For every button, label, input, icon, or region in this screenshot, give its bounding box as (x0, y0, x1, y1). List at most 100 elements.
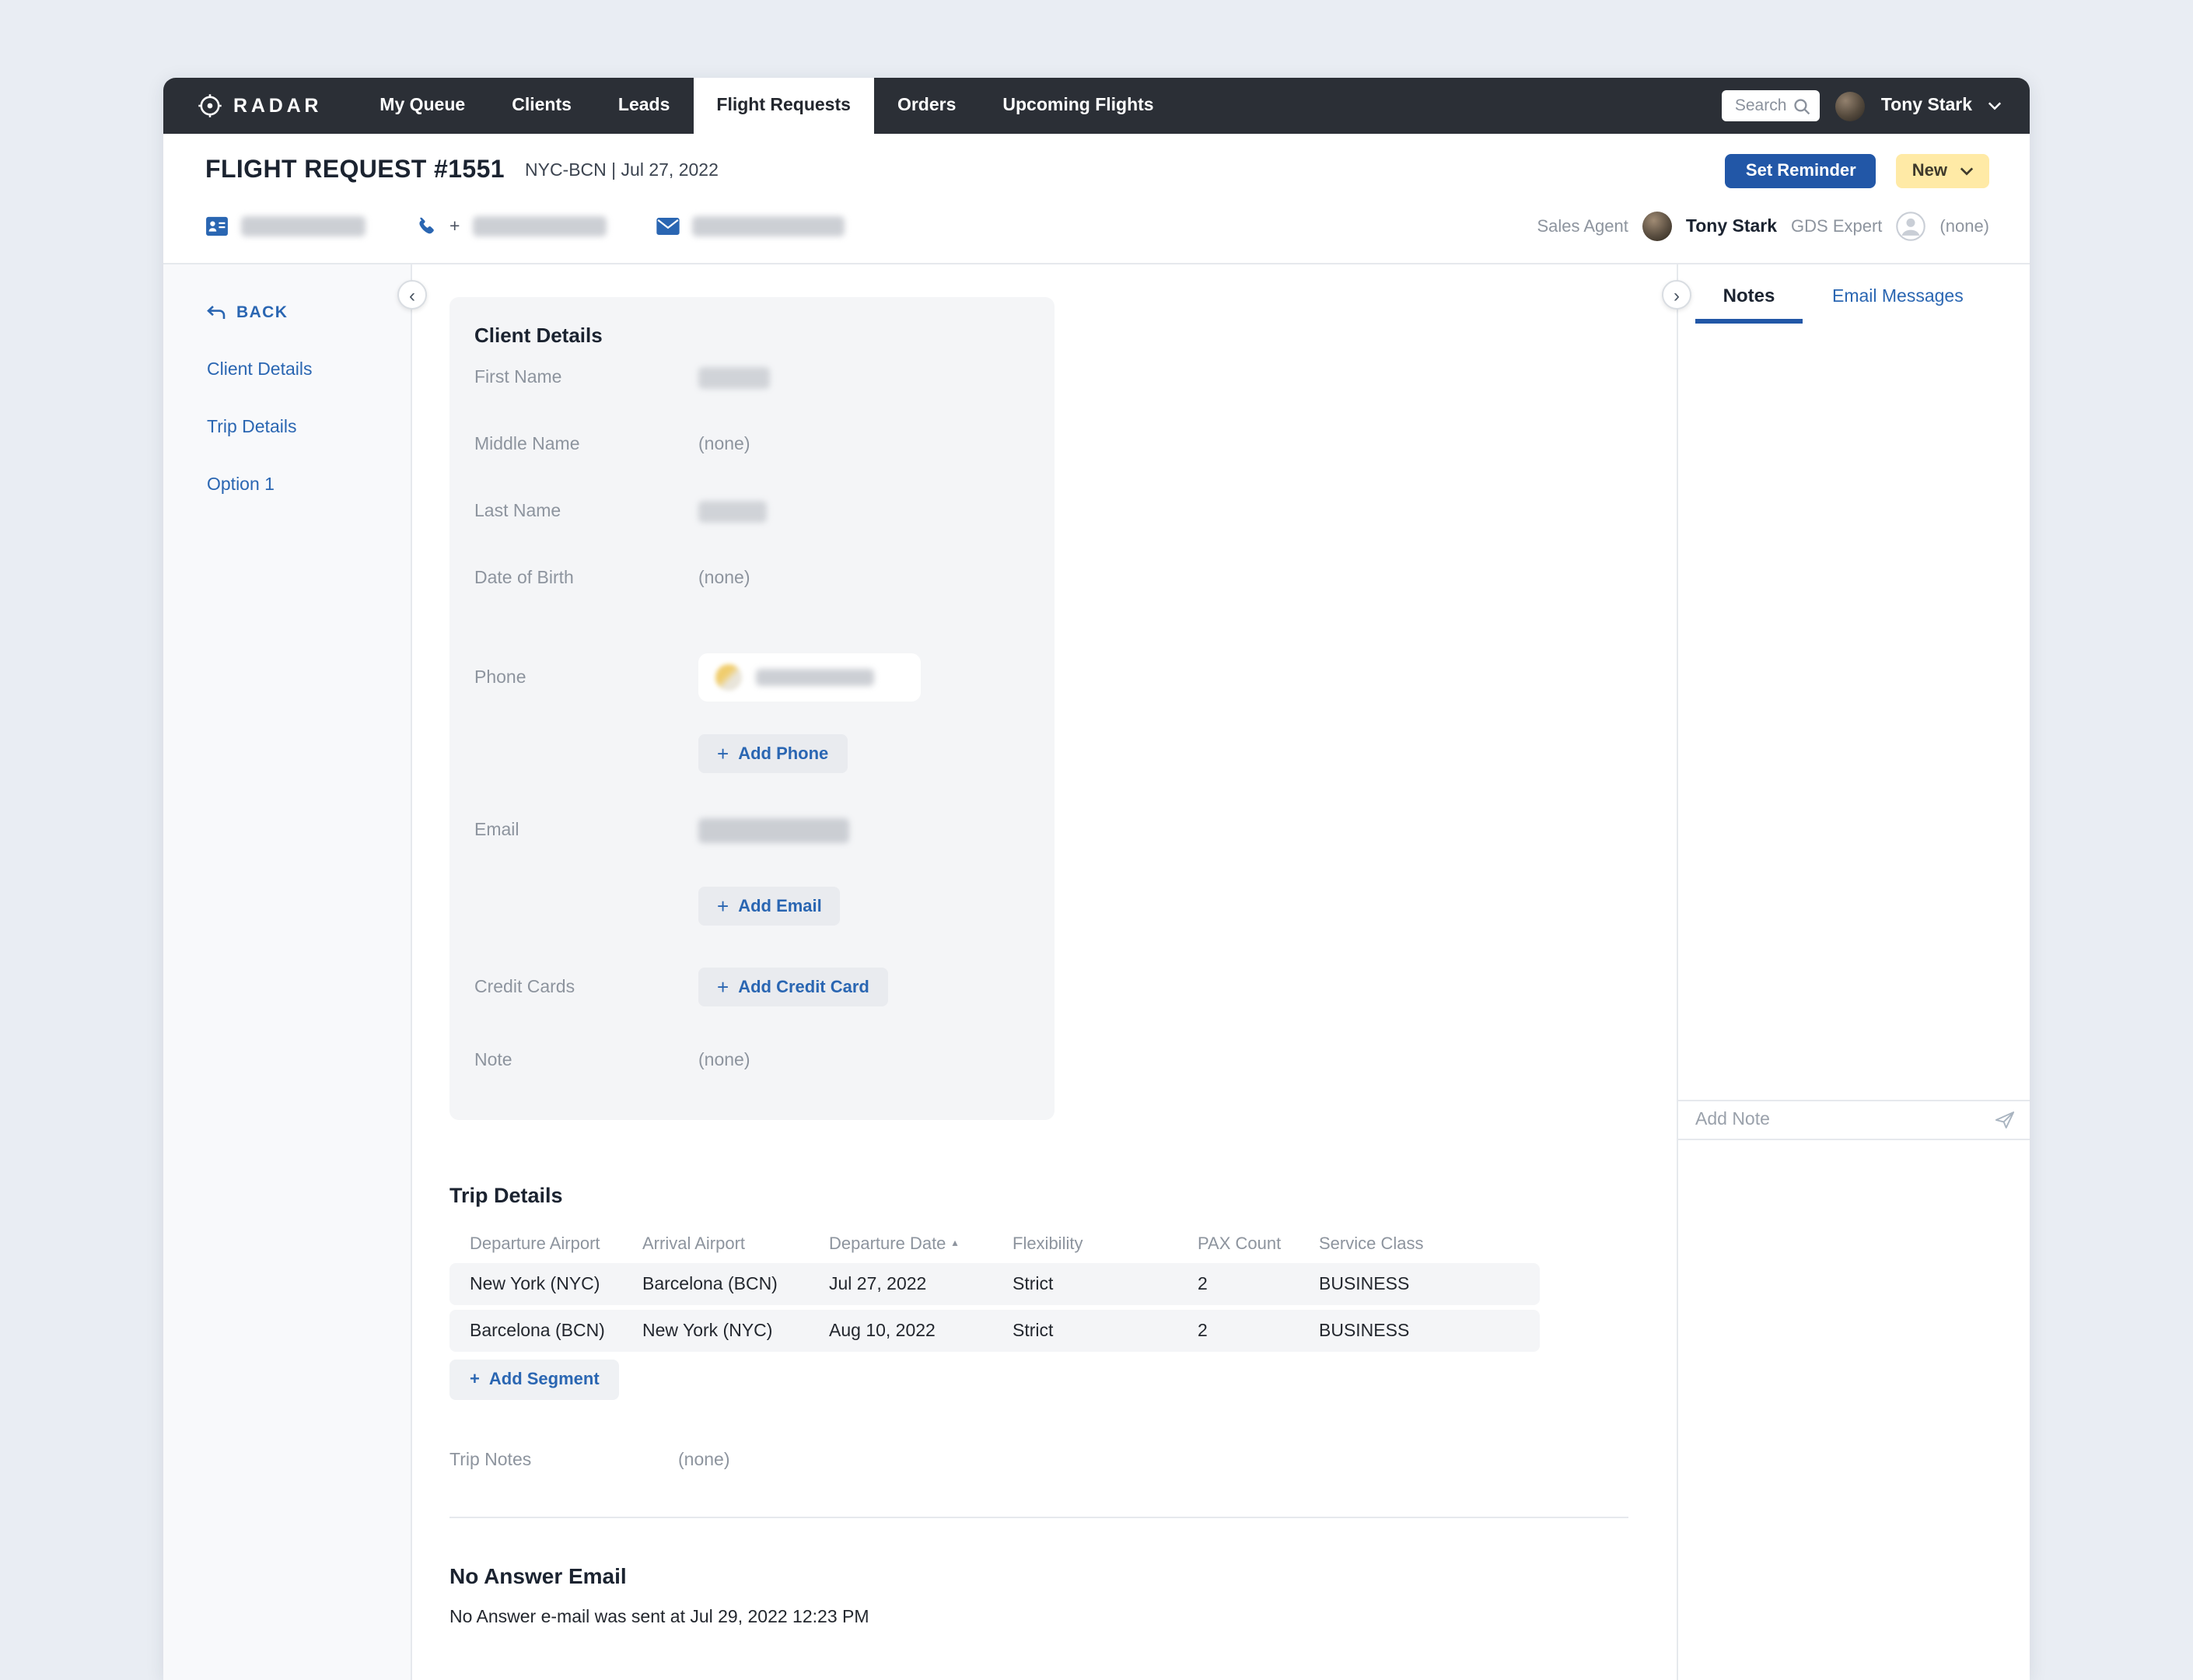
client-details-panel: Client Details First Name Middle Name (n… (449, 297, 1055, 1120)
set-reminder-button[interactable]: Set Reminder (1726, 154, 1876, 188)
add-email-label: Add Email (738, 897, 822, 915)
page-title: FLIGHT REQUEST #1551 (205, 157, 505, 185)
no-answer-email-text: No Answer e-mail was sent at Jul 29, 202… (449, 1608, 1677, 1627)
nav-item-clients[interactable]: Clients (488, 78, 595, 134)
add-segment-button[interactable]: + Add Segment (449, 1360, 620, 1400)
screen: RADAR My Queue Clients Leads Flight Requ… (0, 0, 2193, 1680)
collapse-right-icon: › (1674, 285, 1680, 304)
client-phone-chip[interactable] (698, 653, 921, 702)
sidebar-item-trip-details[interactable]: Trip Details (207, 418, 411, 437)
plus-icon: + (717, 744, 729, 764)
send-icon (1994, 1111, 2016, 1129)
empty-avatar-icon (1896, 212, 1925, 241)
content-body: ‹ › BACK Client Details Trip Details Opt… (163, 264, 2030, 1680)
cell-flexibility: Strict (992, 1275, 1177, 1293)
cell-pax-count: 2 (1177, 1275, 1299, 1293)
sidebar-item-option-1[interactable]: Option 1 (207, 476, 411, 495)
col-pax-count[interactable]: PAX Count (1177, 1235, 1299, 1254)
table-row[interactable]: New York (NYC) Barcelona (BCN) Jul 27, 2… (449, 1263, 1540, 1305)
middle-name-label: Middle Name (474, 436, 698, 454)
client-phone-item[interactable]: + (415, 215, 606, 237)
col-service-class[interactable]: Service Class (1299, 1235, 1540, 1254)
phone-prefix: + (449, 217, 460, 236)
note-label: Note (474, 1052, 698, 1070)
sidebar-item-client-details[interactable]: Client Details (207, 361, 411, 380)
first-name-redacted (698, 367, 770, 389)
no-answer-email-title: No Answer Email (449, 1563, 1677, 1588)
credit-cards-label: Credit Cards (474, 978, 698, 996)
trip-notes-value: (none) (678, 1451, 730, 1470)
cell-flexibility: Strict (992, 1321, 1177, 1340)
tab-notes[interactable]: Notes (1695, 285, 1803, 324)
client-phone-redacted (472, 216, 606, 236)
sales-agent-name: Tony Stark (1686, 217, 1777, 236)
trip-details-title: Trip Details (449, 1184, 1677, 1207)
nav-item-my-queue[interactable]: My Queue (356, 78, 488, 134)
search-icon (1794, 97, 1811, 114)
col-departure-airport[interactable]: Departure Airport (449, 1235, 622, 1254)
email-value-redacted (698, 818, 849, 843)
col-flexibility[interactable]: Flexibility (992, 1235, 1177, 1254)
add-credit-card-button[interactable]: + Add Credit Card (698, 968, 888, 1006)
trip-notes-label: Trip Notes (449, 1451, 678, 1470)
first-name-label: First Name (474, 369, 698, 387)
last-name-redacted (698, 501, 767, 523)
add-phone-label: Add Phone (738, 744, 828, 763)
back-arrow-icon (207, 305, 226, 320)
nav-item-leads[interactable]: Leads (595, 78, 694, 134)
search-input[interactable] (1732, 95, 1794, 117)
top-nav: RADAR My Queue Clients Leads Flight Requ… (163, 78, 2030, 134)
back-button[interactable]: BACK (207, 303, 411, 322)
client-details-title: Client Details (474, 324, 1030, 347)
send-note-button[interactable] (1994, 1111, 2016, 1129)
email-label: Email (474, 821, 698, 840)
middle-name-value: (none) (698, 436, 750, 454)
country-flag-icon (715, 664, 742, 691)
user-menu-name[interactable]: Tony Stark (1881, 96, 1972, 115)
user-avatar[interactable] (1836, 91, 1866, 121)
chevron-down-icon[interactable] (1988, 101, 2002, 110)
cell-departure-date: Aug 10, 2022 (809, 1321, 992, 1340)
new-button-label: New (1912, 162, 1947, 180)
add-credit-card-label: Add Credit Card (738, 978, 869, 996)
nav-right: Tony Stark (1723, 78, 2030, 134)
new-button[interactable]: New (1897, 154, 1989, 188)
contact-card-icon (205, 216, 229, 236)
radar-logo-icon (198, 93, 222, 118)
trip-notes-row: Trip Notes (none) (449, 1451, 1677, 1470)
cell-arrival-airport: New York (NYC) (622, 1321, 809, 1340)
client-email-redacted (691, 216, 844, 236)
add-note-input[interactable] (1692, 1109, 1985, 1131)
date-of-birth-value: (none) (698, 569, 750, 588)
plus-icon: + (717, 977, 729, 997)
cell-departure-airport: New York (NYC) (449, 1275, 622, 1293)
client-name-item[interactable] (205, 216, 366, 236)
nav-item-orders[interactable]: Orders (874, 78, 979, 134)
logo-text: RADAR (233, 95, 322, 117)
sort-asc-icon: ▴ (952, 1238, 957, 1249)
collapse-left-panel-button[interactable]: ‹ (397, 280, 427, 310)
nav-item-upcoming-flights[interactable]: Upcoming Flights (979, 78, 1177, 134)
add-phone-button[interactable]: + Add Phone (698, 734, 847, 773)
sales-agent-avatar (1642, 212, 1672, 241)
nav-item-flight-requests[interactable]: Flight Requests (693, 78, 874, 134)
collapse-right-panel-button[interactable]: › (1662, 280, 1691, 310)
tab-email-messages[interactable]: Email Messages (1832, 288, 1964, 324)
radar-logo[interactable]: RADAR (163, 78, 356, 134)
cell-service-class: BUSINESS (1299, 1275, 1540, 1293)
add-email-button[interactable]: + Add Email (698, 887, 841, 926)
col-departure-date[interactable]: Departure Date▴ (809, 1235, 992, 1254)
gds-expert-label: GDS Expert (1791, 217, 1882, 236)
cell-pax-count: 2 (1177, 1321, 1299, 1340)
last-name-label: Last Name (474, 502, 698, 521)
col-arrival-airport[interactable]: Arrival Airport (622, 1235, 809, 1254)
main-content: Client Details First Name Middle Name (n… (412, 264, 1677, 1680)
client-email-item[interactable] (656, 216, 844, 236)
search-box[interactable] (1723, 90, 1821, 121)
table-row[interactable]: Barcelona (BCN) New York (NYC) Aug 10, 2… (449, 1310, 1540, 1352)
add-segment-label: Add Segment (489, 1370, 600, 1389)
left-sidebar: BACK Client Details Trip Details Option … (163, 264, 412, 1680)
cell-service-class: BUSINESS (1299, 1321, 1540, 1340)
chevron-down-icon (1960, 166, 1974, 176)
sales-agent-label: Sales Agent (1537, 217, 1628, 236)
